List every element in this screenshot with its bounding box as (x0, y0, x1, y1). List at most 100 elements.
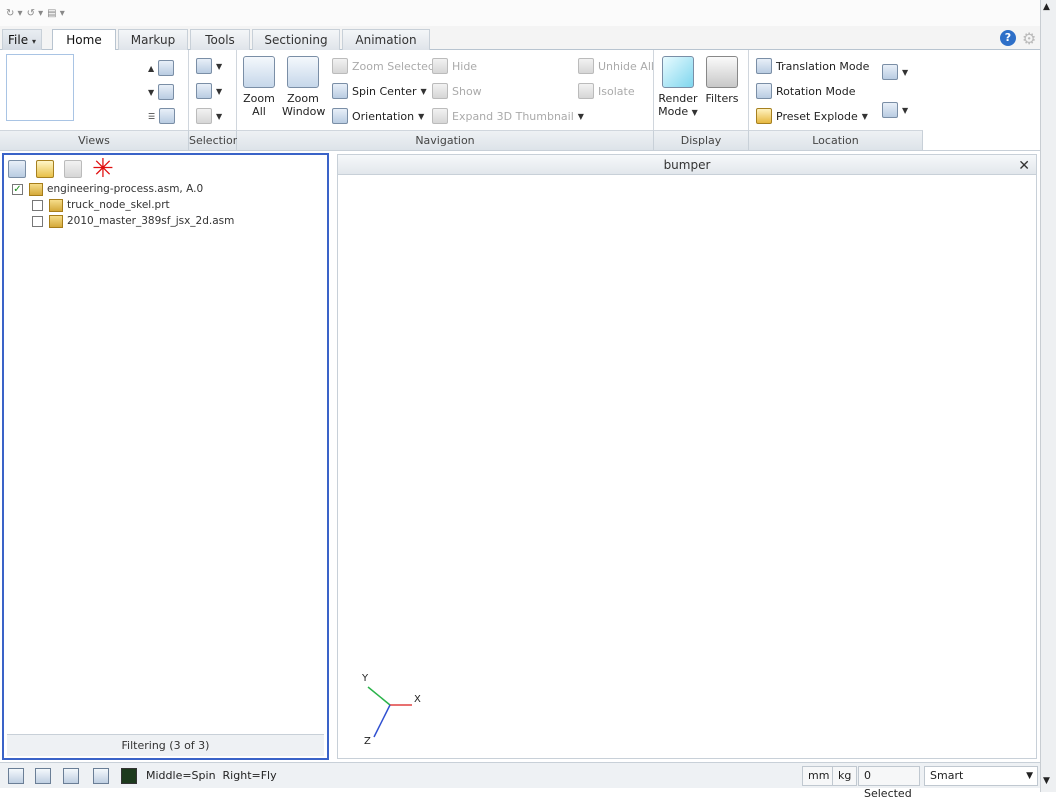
scroll-down-icon[interactable]: ▼ (1043, 776, 1050, 786)
group-label-views: Views (0, 130, 189, 150)
location-label: Location (812, 134, 859, 147)
tab-sectioning[interactable]: Sectioning (252, 29, 340, 50)
ribbon: ▲ ▼ ☰ ▼ ▼ ▼ Zoom All Zoom Window Zoom Se… (0, 50, 1040, 151)
help-icon[interactable]: ? (1000, 30, 1016, 46)
scroll-up-icon[interactable]: ▲ (1043, 2, 1050, 12)
unhide-all-label: Unhide All (598, 59, 654, 73)
length-units[interactable]: mm (802, 766, 836, 786)
spin-center-button[interactable]: Spin Center ▼ (332, 83, 427, 99)
zoom-selected-button[interactable]: Zoom Selected (332, 58, 435, 74)
tree-checkbox[interactable] (32, 215, 43, 227)
z-axis-line (373, 704, 391, 738)
orientation-button[interactable]: Orientation ▼ (332, 108, 424, 124)
view-thumbnail[interactable] (6, 54, 74, 121)
tree-checkbox[interactable]: ✓ (12, 183, 23, 195)
settings-gear-icon[interactable]: ⚙ (1022, 29, 1036, 48)
render-mode-button[interactable]: Render Mode ▼ (658, 56, 698, 119)
viewport-panel[interactable]: bumper ✕ Y X Z (337, 154, 1037, 759)
view-icon (158, 60, 175, 76)
expand-3d-thumbnail-button[interactable]: Expand 3D Thumbnail ▼ (432, 108, 584, 124)
open-icon[interactable]: ▤ ▾ (47, 8, 65, 19)
mouse-hint: Middle=Spin Right=Fly (146, 769, 277, 782)
tab-home[interactable]: Home (52, 29, 116, 51)
tree-item-label: engineering-process.asm, A.0 (47, 183, 204, 195)
views-scroll-up[interactable]: ▲ (148, 60, 175, 76)
monitor-icon[interactable] (121, 768, 137, 784)
highlight-star-icon[interactable]: ✳ (92, 156, 114, 182)
rotation-icon (756, 83, 772, 99)
chevron-down-icon: ▼ (1026, 771, 1033, 781)
tree-checkbox[interactable] (32, 199, 43, 211)
group-label-location: Location (749, 130, 923, 150)
translation-mode-label: Translation Mode (776, 59, 870, 73)
show-icon (432, 83, 448, 99)
orientation-label: Orientation (352, 109, 415, 123)
tree-edit-icon[interactable] (36, 160, 54, 178)
isolate-button[interactable]: Isolate (578, 83, 635, 99)
view-edit-icon (158, 84, 175, 100)
y-axis-label: Y (361, 673, 369, 684)
thumbnail-icon (432, 108, 448, 124)
zoom-all-button[interactable]: Zoom All (240, 56, 278, 118)
expand-3d-label: Expand 3D Thumbnail (452, 109, 574, 123)
pointer-icon (196, 83, 212, 99)
spin-center-icon (332, 83, 348, 99)
close-icon[interactable]: ✕ (1018, 156, 1030, 176)
isolate-icon (578, 83, 594, 99)
tab-animation[interactable]: Animation (342, 29, 430, 50)
layout-4-icon[interactable] (93, 768, 109, 784)
redo-icon[interactable]: ↻ ▾ (6, 8, 23, 19)
magnifier-icon (243, 56, 275, 88)
layout-3-icon[interactable] (63, 768, 79, 784)
show-label: Show (452, 84, 482, 98)
assembly-icon (29, 182, 43, 196)
y-axis-line (367, 686, 391, 706)
tree-row-root[interactable]: ✓ engineering-process.asm, A.0 (6, 181, 326, 197)
group-label-navigation: Navigation (237, 130, 654, 150)
zoom-window-button[interactable]: Zoom Window (282, 56, 325, 118)
preset-explode-label: Preset Explode (776, 109, 858, 123)
tree-view-icon[interactable] (8, 160, 26, 178)
location-tool-1-button[interactable]: ▼ (882, 64, 908, 80)
viewport-header: bumper ✕ (338, 155, 1036, 175)
location-tool-icon (882, 64, 898, 80)
layout-2-icon[interactable] (35, 768, 51, 784)
z-axis-label: Z (364, 736, 371, 745)
selection-filter-button[interactable]: ▼ (196, 108, 222, 124)
views-scroll-down[interactable]: ▼ (148, 84, 175, 100)
filters-button[interactable]: Filters (704, 56, 740, 105)
filters-label: Filters (705, 92, 739, 105)
tree-item-label: 2010_master_389sf_jsx_2d.asm (67, 215, 235, 227)
translation-mode-button[interactable]: Translation Mode (756, 58, 869, 74)
ribbon-tabs: File ▾ Home Markup Tools Sectioning Anim… (0, 26, 1040, 51)
assembly-icon (49, 214, 63, 228)
show-button[interactable]: Show (432, 83, 482, 99)
selection-filter-value: Smart (930, 769, 964, 782)
window-scrollbar[interactable]: ▲ ▼ (1040, 0, 1056, 792)
selection-pointer-button[interactable]: ▼ (196, 83, 222, 99)
unhide-all-button[interactable]: Unhide All (578, 58, 654, 74)
undo-icon[interactable]: ↺ ▾ (27, 8, 44, 19)
tab-markup[interactable]: Markup (118, 29, 188, 50)
zoom-selected-icon (332, 58, 348, 74)
hide-button[interactable]: Hide (432, 58, 477, 74)
group-label-display: Display (654, 130, 749, 150)
views-more[interactable]: ☰ (148, 108, 176, 124)
explode-icon (756, 108, 772, 124)
selection-binoculars-button[interactable]: ▼ (196, 58, 222, 74)
rotation-mode-label: Rotation Mode (776, 84, 856, 98)
model-tree-panel: ✳ ✓ engineering-process.asm, A.0 truck_n… (2, 153, 329, 760)
tree-row-child[interactable]: truck_node_skel.prt (6, 197, 326, 213)
layout-1-icon[interactable] (8, 768, 24, 784)
location-tool-2-button[interactable]: ▼ (882, 102, 908, 118)
selection-filter-dropdown[interactable]: Smart ▼ (924, 766, 1038, 786)
tab-file[interactable]: File ▾ (2, 29, 42, 50)
preset-explode-button[interactable]: Preset Explode ▼ (756, 108, 868, 124)
mass-units[interactable]: kg (832, 766, 858, 786)
view-table-icon (159, 108, 176, 124)
tab-tools[interactable]: Tools (190, 29, 250, 50)
tree-toolbar: ✳ (8, 156, 114, 182)
tree-structure-icon[interactable] (64, 160, 82, 178)
rotation-mode-button[interactable]: Rotation Mode (756, 83, 855, 99)
tree-row-child[interactable]: 2010_master_389sf_jsx_2d.asm (6, 213, 326, 229)
